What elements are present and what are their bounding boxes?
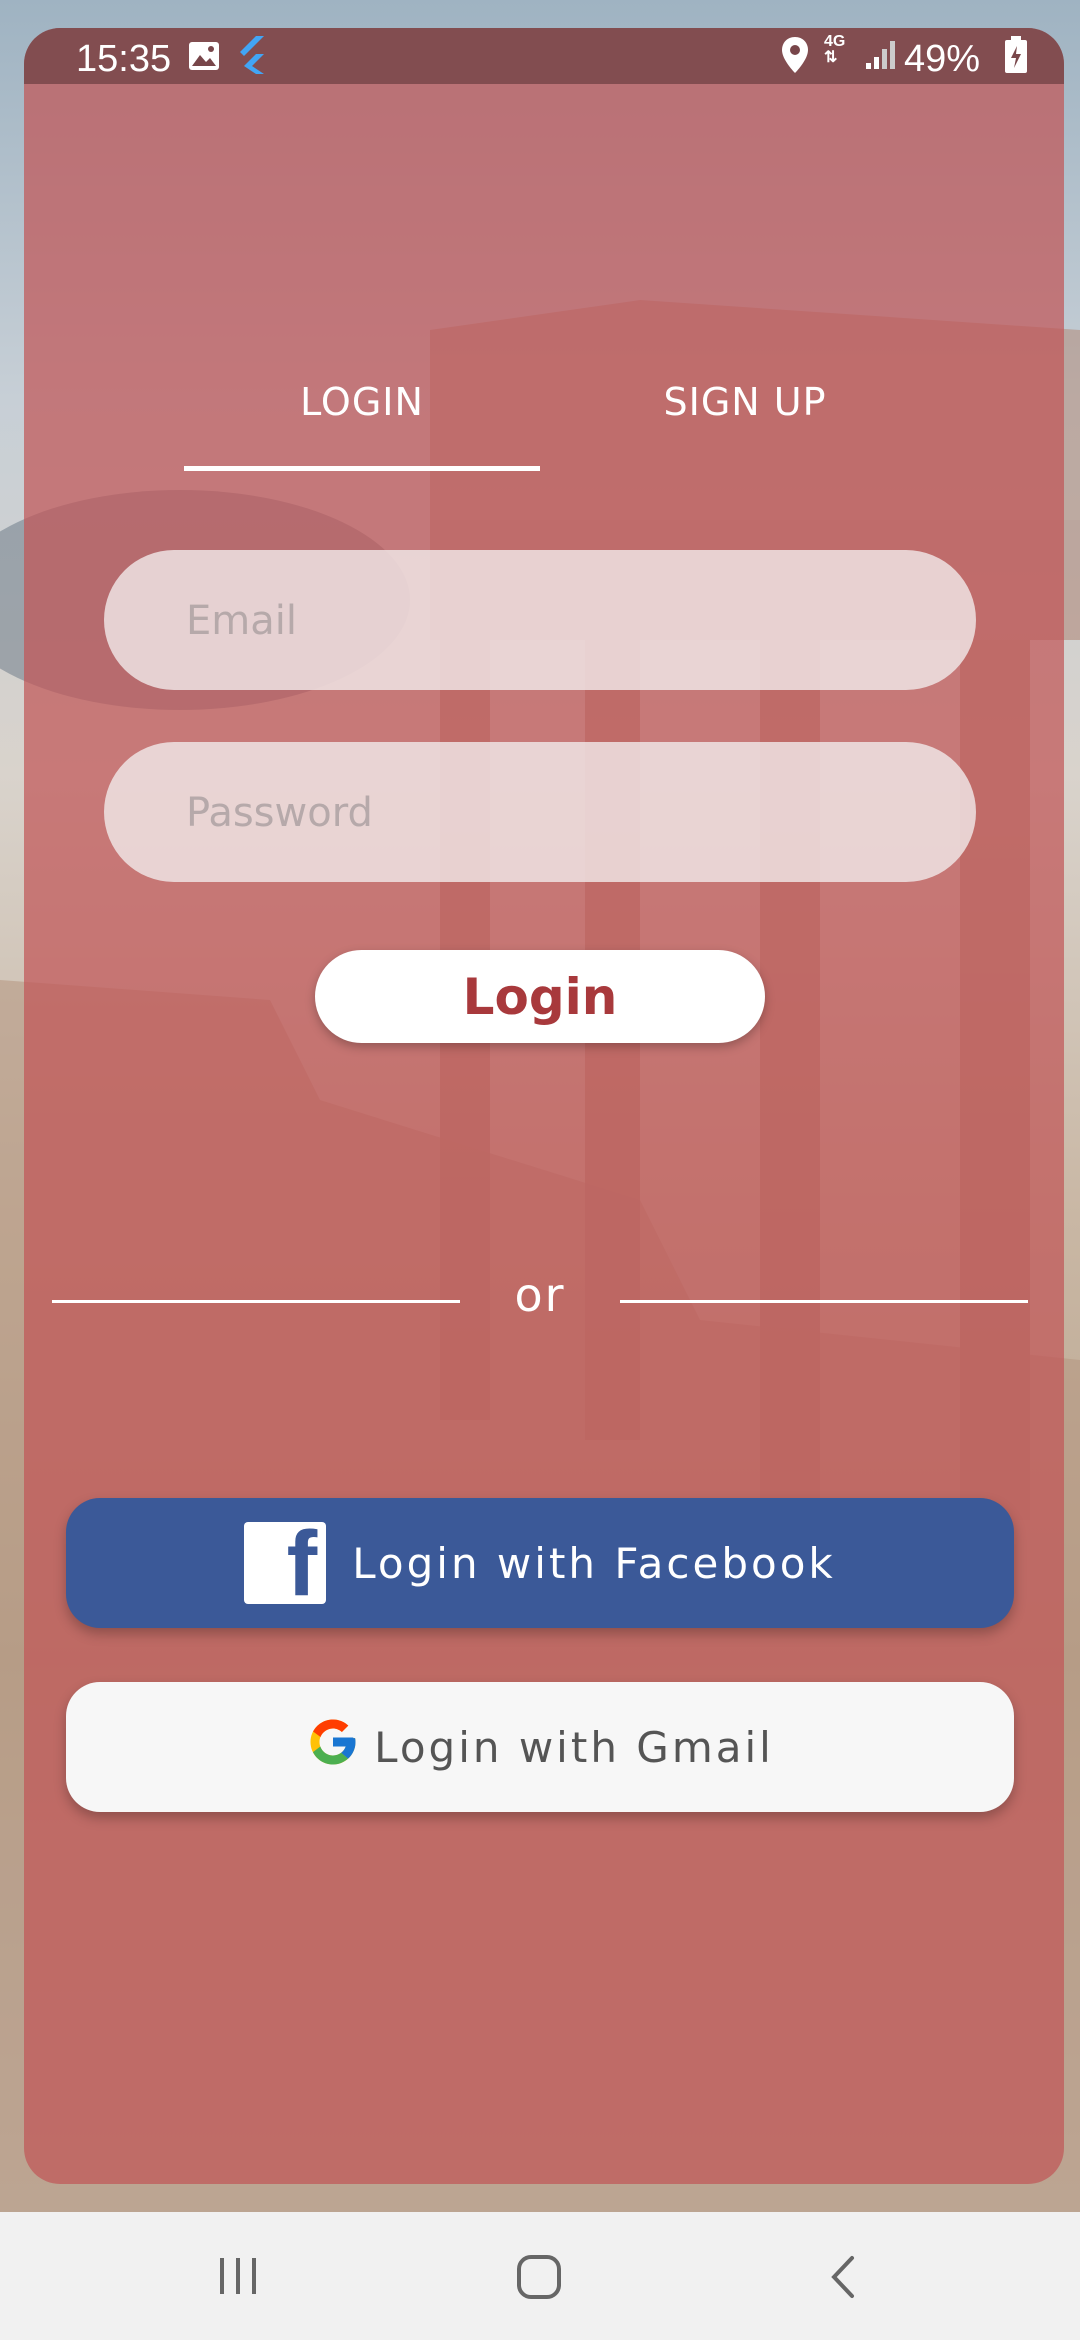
flutter-icon	[236, 34, 268, 84]
location-icon	[780, 36, 810, 84]
system-nav-bar	[0, 2212, 1080, 2340]
signal-icon	[864, 38, 898, 81]
status-bar: 15:35 4G ⇅ 49%	[24, 28, 1064, 84]
battery-charging-icon	[1004, 36, 1028, 84]
divider-or-text: or	[514, 1268, 566, 1322]
network-label: 4G	[824, 33, 846, 50]
home-icon[interactable]	[516, 2254, 562, 2304]
tab-login[interactable]: LOGIN	[184, 380, 540, 424]
login-button[interactable]: Login	[315, 950, 765, 1043]
facebook-icon: f	[244, 1518, 327, 1610]
gmail-login-label: Login with Gmail	[374, 1722, 774, 1772]
tab-signup[interactable]: SIGN UP	[590, 380, 900, 424]
password-field-container	[104, 742, 976, 884]
gmail-login-button[interactable]: Login with Gmail	[66, 1682, 1014, 1812]
gallery-icon	[188, 38, 220, 81]
facebook-login-button[interactable]: f Login with Facebook	[66, 1498, 1014, 1628]
network-4g-icon: 4G ⇅	[824, 33, 846, 66]
google-icon	[306, 1715, 360, 1779]
password-field[interactable]	[184, 742, 948, 884]
login-card	[24, 28, 1064, 2184]
recent-apps-icon[interactable]	[216, 2254, 260, 2302]
divider-line-right	[620, 1300, 1028, 1303]
facebook-login-label: Login with Facebook	[352, 1538, 836, 1588]
email-field-container	[104, 550, 976, 692]
battery-percent: 49%	[904, 38, 981, 80]
status-time: 15:35	[76, 38, 172, 80]
back-icon[interactable]	[826, 2254, 860, 2304]
login-screen: 15:35 4G⇅ 49% LOGIN SIGN UP Login or	[0, 0, 1080, 2340]
divider-line-left	[52, 1300, 460, 1303]
email-field[interactable]	[184, 550, 948, 692]
active-tab-indicator	[184, 466, 540, 471]
